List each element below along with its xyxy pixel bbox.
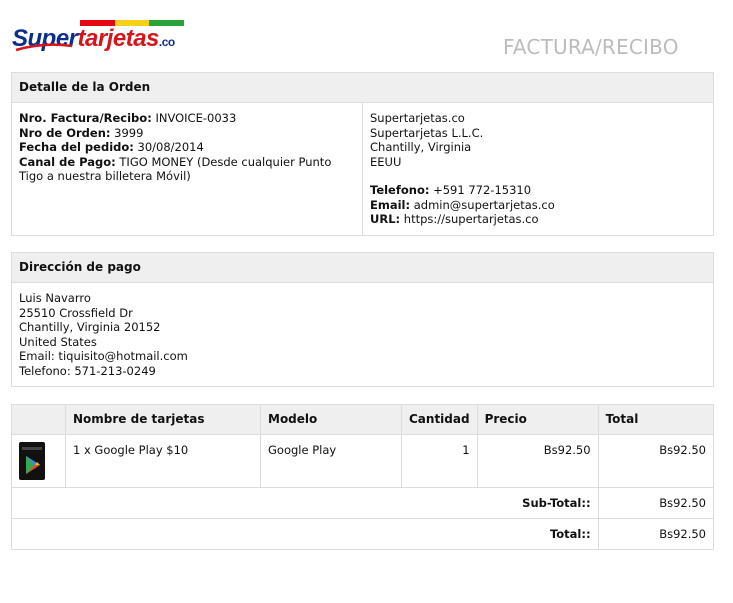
customer-city: Chantilly, Virginia 20152 (19, 320, 161, 334)
payment-address-table: Dirección de pago Luis Navarro 25510 Cro… (11, 252, 714, 387)
store-phone-value: +591 772-15310 (433, 183, 532, 197)
column-header-name: Nombre de tarjetas (65, 404, 261, 435)
item-total: Bs92.50 (597, 434, 715, 488)
document-title: FACTURA/RECIBO (503, 35, 679, 59)
column-header-model: Modelo (260, 404, 402, 435)
item-name: 1 x Google Play $10 (65, 434, 261, 488)
invoice-label: Nro. Factura/Recibo: (19, 111, 152, 125)
google-play-card-icon (19, 442, 45, 480)
store-email-label: Email: (370, 197, 411, 212)
invoice-value: INVOICE-0033 (155, 111, 237, 125)
payment-address-header: Dirección de pago (11, 252, 714, 283)
order-info-cell: Nro. Factura/Recibo: INVOICE-0033 Nro de… (11, 102, 363, 236)
item-quantity: 1 (401, 434, 478, 488)
item-image-cell (11, 434, 66, 488)
logo-swoosh-icon (15, 43, 73, 52)
subtotal-row: Sub-Total:: Bs92.50 (11, 487, 715, 519)
order-detail-header: Detalle de la Orden (11, 72, 714, 103)
order-date-value: 30/08/2014 (137, 140, 204, 154)
customer-country: United States (19, 334, 97, 349)
store-line-2: Supertarjetas L.L.C. (370, 125, 484, 140)
customer-name: Luis Navarro (19, 291, 91, 305)
store-email-value[interactable]: admin@supertarjetas.co (414, 198, 555, 212)
column-header-quantity: Cantidad (401, 404, 478, 435)
store-info-cell: Supertarjetas.co Supertarjetas L.L.C. Ch… (362, 102, 714, 236)
order-number-value: 3999 (114, 125, 144, 140)
table-row: 1 x Google Play $10 Google Play 1 Bs92.5… (11, 434, 715, 488)
store-phone-label: Telefono: (370, 183, 430, 197)
store-url-link[interactable]: https://supertarjetas.co (404, 212, 539, 226)
total-label: Total:: (11, 518, 599, 550)
item-model: Google Play (260, 434, 402, 488)
order-number-label: Nro de Orden: (19, 125, 111, 140)
column-header-total: Total (597, 404, 715, 435)
items-header-row: Nombre de tarjetas Modelo Cantidad Preci… (11, 404, 715, 435)
store-line-4: EEUU (370, 154, 402, 169)
column-header-image (11, 404, 66, 435)
item-price: Bs92.50 (476, 434, 599, 488)
payment-address-cell: Luis Navarro 25510 Crossfield Dr Chantil… (11, 282, 714, 387)
subtotal-label: Sub-Total:: (11, 487, 599, 519)
payment-channel-label: Canal de Pago: (19, 154, 116, 169)
order-date-label: Fecha del pedido: (19, 140, 134, 154)
customer-email: Email: tiquisito@hotmail.com (19, 349, 188, 363)
customer-phone: Telefono: 571-213-0249 (19, 363, 156, 378)
items-table: Nombre de tarjetas Modelo Cantidad Preci… (11, 404, 715, 550)
order-detail-table: Detalle de la Orden Nro. Factura/Recibo:… (11, 72, 714, 236)
total-value: Bs92.50 (597, 518, 715, 550)
customer-street: 25510 Crossfield Dr (19, 305, 133, 320)
total-row: Total:: Bs92.50 (11, 518, 715, 550)
subtotal-value: Bs92.50 (597, 487, 715, 519)
store-line-1: Supertarjetas.co (370, 111, 465, 125)
column-header-price: Precio (476, 404, 599, 435)
store-line-3: Chantilly, Virginia (370, 140, 472, 154)
store-url-label: URL: (370, 212, 401, 226)
supertarjetas-logo: Supertarjetas.co (12, 20, 192, 54)
